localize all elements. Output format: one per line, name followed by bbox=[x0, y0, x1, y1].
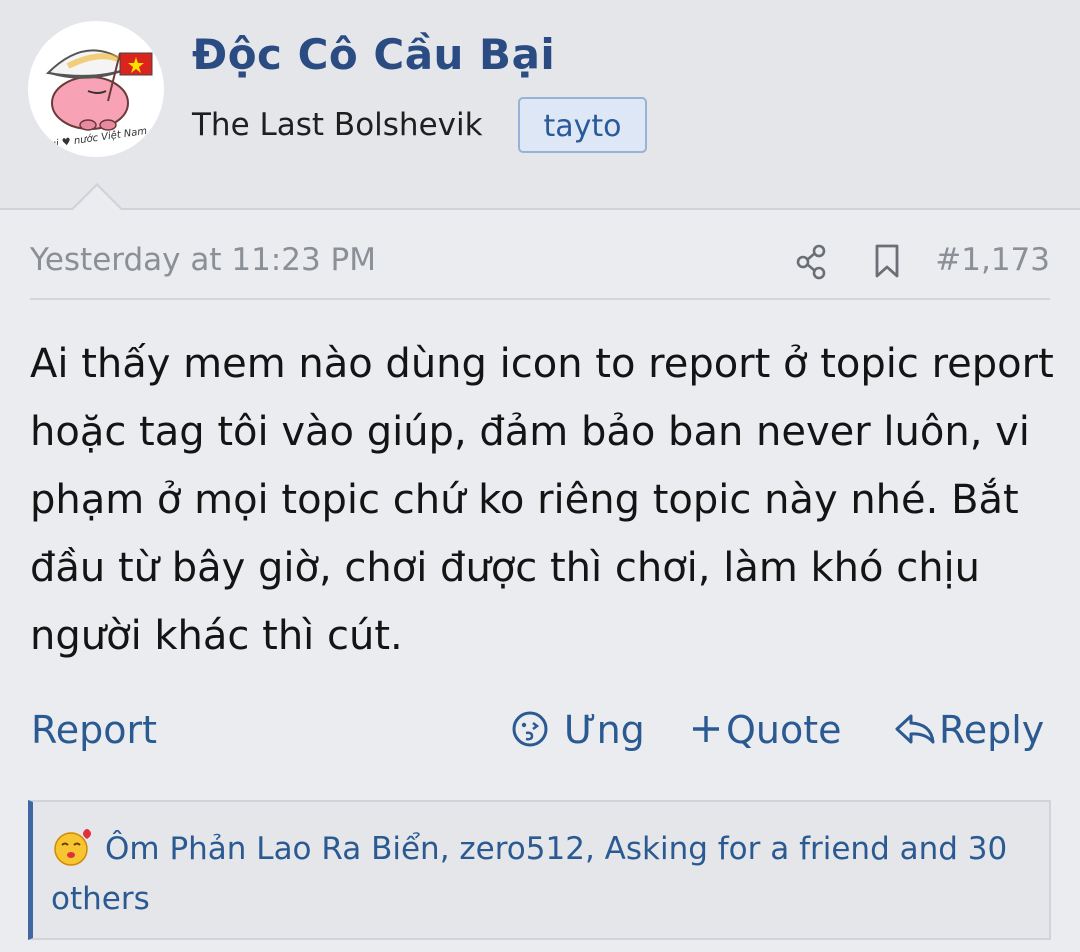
reactions-summary: Ôm Phản Lao Ra Biển, zero512, Asking for… bbox=[51, 831, 1008, 917]
author-title: The Last Bolshevik bbox=[192, 107, 483, 143]
author-name[interactable]: Độc Cô Cầu Bại bbox=[192, 30, 555, 79]
reactions-summary-line: Ôm Phản Lao Ra Biển, zero512, Asking for… bbox=[51, 824, 1041, 924]
quote-button[interactable]: Quote bbox=[690, 708, 842, 752]
post-actions: Report Ưng Quote Reply bbox=[0, 700, 1080, 764]
kiss-emoji-icon bbox=[51, 827, 95, 867]
avatar-image: Tui ♥ nước Việt Nam bbox=[44, 49, 153, 151]
react-icon bbox=[510, 709, 550, 749]
react-button[interactable]: Ưng bbox=[510, 708, 645, 752]
header-pointer-fill bbox=[72, 186, 122, 211]
report-link[interactable]: Report bbox=[31, 708, 157, 752]
post-message: Ai thấy mem nào dùng icon to report ở to… bbox=[30, 341, 1054, 659]
bookmark-icon[interactable] bbox=[870, 242, 904, 280]
reactions-bar[interactable]: Ôm Phản Lao Ra Biển, zero512, Asking for… bbox=[28, 800, 1051, 940]
reply-label: Reply bbox=[939, 708, 1045, 752]
post-timestamp[interactable]: Yesterday at 11:23 PM bbox=[30, 242, 376, 278]
post-meta-bar: Yesterday at 11:23 PM #1,173 bbox=[30, 240, 1050, 300]
post-number[interactable]: #1,173 bbox=[935, 242, 1050, 278]
author-badge: tayto bbox=[518, 97, 647, 153]
share-icon[interactable] bbox=[794, 242, 828, 280]
quote-label: Quote bbox=[726, 708, 842, 752]
reply-button[interactable]: Reply bbox=[893, 708, 1044, 752]
react-label: Ưng bbox=[564, 708, 645, 752]
plus-icon bbox=[690, 710, 722, 742]
user-avatar[interactable]: Tui ♥ nước Việt Nam bbox=[28, 21, 164, 157]
reply-arrow-icon bbox=[893, 711, 937, 747]
post-user-header: Tui ♥ nước Việt Nam Độc Cô Cầu Bại The L… bbox=[0, 0, 1080, 210]
